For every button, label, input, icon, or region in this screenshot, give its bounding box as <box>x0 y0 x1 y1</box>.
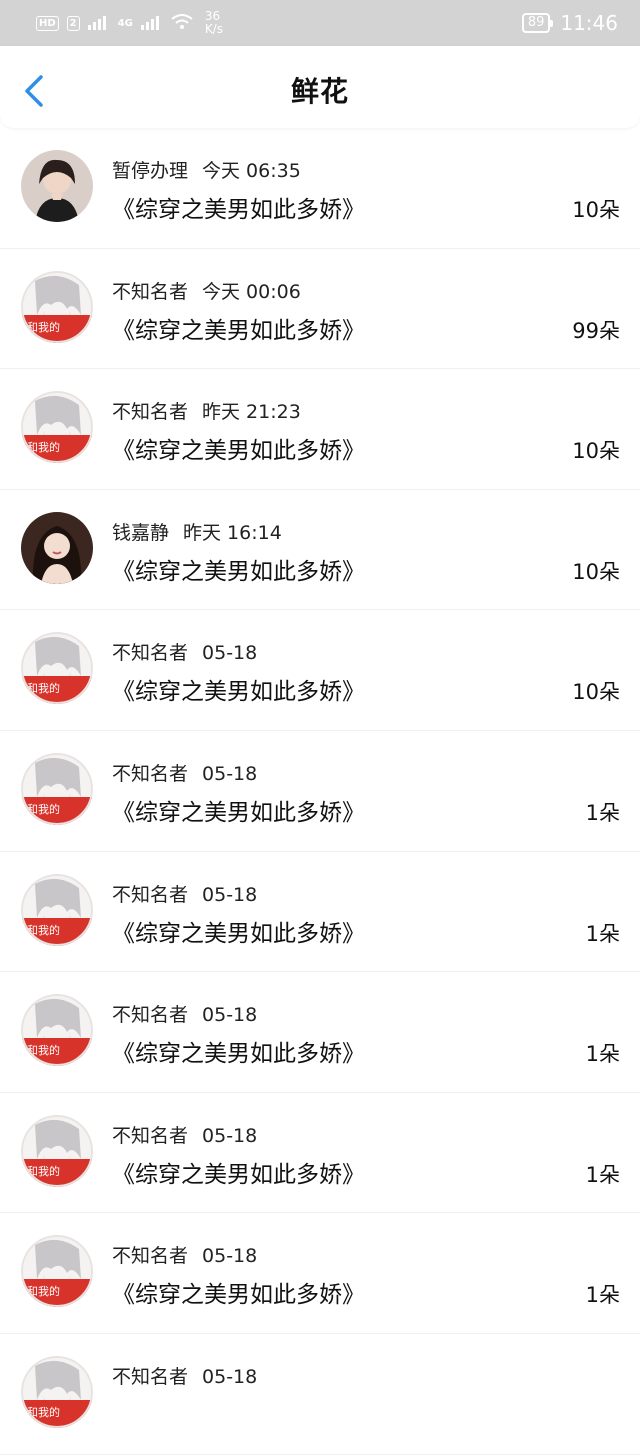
avatar[interactable]: 和我的 <box>21 994 93 1067</box>
book-title: 《综穿之美男如此多娇》 <box>112 1041 365 1068</box>
sent-time: 05-18 <box>202 1004 258 1027</box>
sender-name: 暂停办理 <box>112 160 189 182</box>
flower-count: 10朵 <box>572 559 620 584</box>
sender-name: 不知名者 <box>112 1245 189 1268</box>
avatar[interactable]: 和我的 <box>21 391 93 464</box>
list-item[interactable]: 钱嘉静 昨天 16:14 《综穿之美男如此多娇》 10朵 <box>0 490 640 611</box>
flower-count: 99朵 <box>572 318 620 343</box>
book-title: 《综穿之美男如此多娇》 <box>112 317 365 344</box>
book-title: 《综穿之美男如此多娇》 <box>112 438 365 465</box>
book-title: 《综穿之美男如此多娇》 <box>112 197 365 223</box>
sent-time: 昨天 16:14 <box>183 521 282 544</box>
sender-name: 不知名者 <box>112 1124 189 1147</box>
sender-name: 不知名者 <box>112 642 189 665</box>
sender-name: 钱嘉静 <box>112 521 170 544</box>
sender-name: 不知名者 <box>112 401 189 424</box>
sender-meta: 钱嘉静 昨天 16:14 <box>112 518 282 545</box>
network-speed: 36 K/s <box>205 10 223 36</box>
sent-time: 昨天 21:23 <box>202 401 301 424</box>
avatar[interactable] <box>21 150 93 222</box>
flower-count: 10朵 <box>572 198 620 222</box>
list-item[interactable]: 和我的 不知名者 05-18 《综穿之美男如此多娇》 1朵 <box>0 1093 640 1214</box>
avatar[interactable]: 和我的 <box>21 873 93 946</box>
sender-name: 不知名者 <box>112 1004 189 1027</box>
sender-name: 不知名者 <box>112 883 189 906</box>
sender-name: 不知名者 <box>112 1365 189 1388</box>
flower-count: 1朵 <box>585 1162 620 1187</box>
book-title: 《综穿之美男如此多娇》 <box>112 1161 365 1188</box>
book-title: 《综穿之美男如此多娇》 <box>112 1282 365 1309</box>
avatar[interactable]: 和我的 <box>21 752 93 825</box>
sent-time: 05-18 <box>202 762 258 785</box>
book-title: 《综穿之美男如此多娇》 <box>112 558 365 585</box>
list-item[interactable]: 和我的 不知名者 昨天 21:23 《综穿之美男如此多娇》 10朵 <box>0 369 640 490</box>
list-item[interactable]: 暂停办理 今天 06:35 《综穿之美男如此多娇》 10朵 <box>0 128 640 249</box>
sent-time: 05-18 <box>202 1245 258 1268</box>
status-right: 89 11:46 <box>521 11 618 35</box>
avatar[interactable]: 和我的 <box>21 1355 93 1428</box>
speed-unit: K/s <box>204 22 223 36</box>
sent-time: 05-18 <box>202 1365 258 1388</box>
flower-count: 1朵 <box>585 800 620 825</box>
sender-meta: 不知名者 05-18 <box>112 1121 257 1148</box>
avatar[interactable]: 和我的 <box>21 632 93 705</box>
list-item[interactable]: 和我的 不知名者 今天 00:06 《综穿之美男如此多娇》 99朵 <box>0 249 640 370</box>
sender-meta: 不知名者 05-18 <box>112 1241 257 1268</box>
list-item[interactable]: 和我的 不知名者 05-18 《综穿之美男如此多娇》 1朵 <box>0 972 640 1093</box>
flower-count: 1朵 <box>585 1283 620 1308</box>
sent-time: 05-18 <box>202 1124 258 1147</box>
sender-meta: 不知名者 昨天 21:23 <box>112 397 301 424</box>
status-bar: HD 2 4G 36 K/s 89 11:46 <box>0 0 640 46</box>
flower-count: 10朵 <box>572 680 620 705</box>
sender-name: 不知名者 <box>112 280 189 303</box>
flower-count: 1朵 <box>585 1042 620 1067</box>
avatar[interactable]: 和我的 <box>21 270 93 343</box>
sent-time: 今天 00:06 <box>202 280 301 303</box>
flower-count: 1朵 <box>585 921 620 946</box>
list-item[interactable]: 和我的 不知名者 05-18 <box>0 1334 640 1455</box>
flower-count: 10朵 <box>572 439 620 464</box>
network-type: 4G <box>117 17 133 29</box>
signal-icon <box>87 14 110 33</box>
clock: 11:46 <box>560 11 618 35</box>
book-title: 《综穿之美男如此多娇》 <box>112 799 365 826</box>
page-title: 鲜花 <box>290 75 349 108</box>
sender-meta: 不知名者 05-18 <box>112 1000 257 1027</box>
sender-meta: 不知名者 05-18 <box>112 880 257 907</box>
battery-icon: 89 <box>521 13 553 33</box>
sent-time: 05-18 <box>202 642 258 665</box>
list-item[interactable]: 和我的 不知名者 05-18 《综穿之美男如此多娇》 1朵 <box>0 731 640 852</box>
sim-badge: 2 <box>66 15 80 31</box>
list-item[interactable]: 和我的 不知名者 05-18 《综穿之美男如此多娇》 1朵 <box>0 1213 640 1334</box>
avatar[interactable]: 和我的 <box>21 1114 93 1187</box>
avatar[interactable] <box>21 511 93 584</box>
avatar[interactable]: 和我的 <box>21 1235 93 1308</box>
sender-meta: 不知名者 05-18 <box>112 759 257 786</box>
list-item[interactable]: 和我的 不知名者 05-18 《综穿之美男如此多娇》 1朵 <box>0 852 640 973</box>
sender-name: 不知名者 <box>112 762 189 785</box>
sender-meta: 不知名者 05-18 <box>112 1362 257 1389</box>
sender-meta: 不知名者 05-18 <box>112 638 257 665</box>
sender-meta: 暂停办理 今天 06:35 <box>112 156 301 183</box>
sender-meta: 不知名者 今天 00:06 <box>112 277 301 304</box>
wifi-icon <box>171 13 193 33</box>
app-header: 鲜花 <box>0 46 640 128</box>
hd-badge: HD <box>36 15 59 31</box>
book-title: 《综穿之美男如此多娇》 <box>112 920 365 947</box>
book-title: 《综穿之美男如此多娇》 <box>112 679 365 706</box>
flower-list: 暂停办理 今天 06:35 《综穿之美男如此多娇》 10朵 和我的 不知名者 今天 00:0… <box>0 128 640 1455</box>
signal-icon-2 <box>140 14 163 33</box>
sent-time: 今天 06:35 <box>202 160 301 182</box>
list-item[interactable]: 和我的 不知名者 05-18 《综穿之美男如此多娇》 10朵 <box>0 610 640 731</box>
status-left: HD 2 4G 36 K/s <box>36 10 223 36</box>
sent-time: 05-18 <box>202 883 258 906</box>
